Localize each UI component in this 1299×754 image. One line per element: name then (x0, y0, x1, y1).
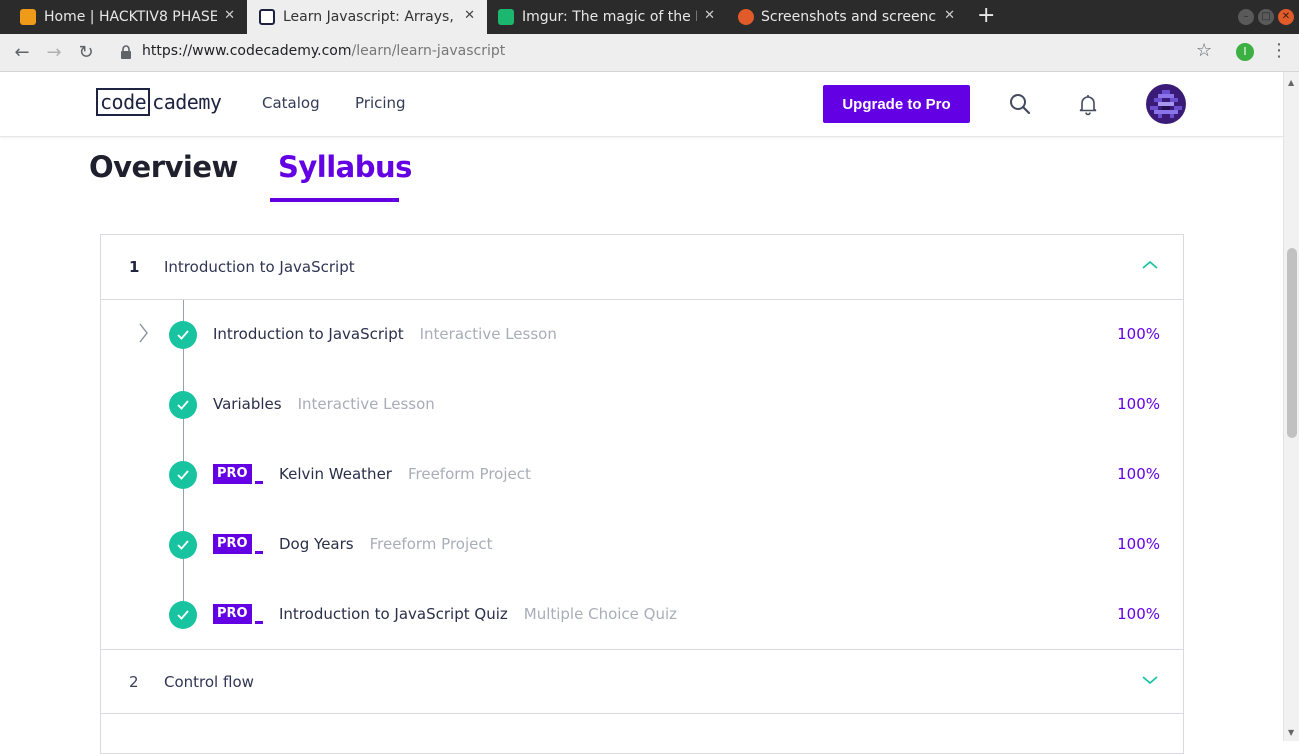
completed-check-icon (169, 531, 197, 559)
lesson-row[interactable]: Introduction to JavaScript Interactive Le… (101, 300, 1183, 370)
lesson-name: Dog Years (279, 535, 354, 553)
upgrade-to-pro-button[interactable]: Upgrade to Pro (823, 85, 970, 123)
ubuntu-favicon-icon (738, 9, 754, 25)
imgur-favicon-icon (498, 9, 514, 25)
close-icon[interactable]: ✕ (224, 8, 235, 23)
pro-badge-label: PRO (213, 604, 252, 624)
avatar-pixel-icon (1150, 90, 1182, 118)
lesson-row[interactable]: PRO Kelvin Weather Freeform Project 100% (101, 440, 1183, 510)
logo-rest-text: cademy (152, 90, 222, 114)
url-path: /learn/learn-javascript (351, 43, 506, 59)
pro-badge-cursor (255, 551, 263, 554)
logo-boxed-text: code (96, 88, 151, 116)
codecademy-logo[interactable]: code cademy (96, 88, 222, 116)
module-title: Control flow (164, 673, 254, 691)
pro-badge: PRO (213, 464, 263, 484)
lesson-title[interactable]: Variables Interactive Lesson (213, 395, 435, 413)
scroll-down-icon[interactable]: ▼ (1288, 728, 1294, 737)
lesson-row[interactable]: Variables Interactive Lesson 100% (101, 370, 1183, 440)
browser-tab-title: Screenshots and screenca (761, 9, 937, 25)
forward-icon[interactable]: → (43, 42, 65, 64)
close-icon[interactable]: ✕ (944, 8, 955, 23)
address-bar[interactable]: https://www.codecademy.com/learn/learn-j… (142, 43, 505, 59)
browser-tab-title: Home | HACKTIV8 PHASE (44, 9, 217, 25)
browser-menu-icon[interactable]: ⋮ (1270, 42, 1288, 60)
lesson-name: Kelvin Weather (279, 465, 392, 483)
browser-tab-strip: Home | HACKTIV8 PHASE ✕ Learn Javascript… (0, 0, 1299, 34)
new-tab-icon[interactable]: + (977, 5, 995, 27)
close-icon[interactable]: ✕ (464, 8, 475, 23)
lesson-progress: 100% (1117, 535, 1160, 553)
active-tab-indicator (270, 198, 399, 202)
browser-tab[interactable]: Imgur: The magic of the In ✕ (487, 0, 727, 34)
completed-check-icon (169, 461, 197, 489)
pro-badge-cursor (255, 481, 263, 484)
avatar[interactable] (1146, 84, 1186, 124)
lesson-progress: 100% (1117, 605, 1160, 623)
lesson-row[interactable]: PRO Introduction to JavaScript Quiz Multi… (101, 580, 1183, 650)
lesson-title[interactable]: Dog Years Freeform Project (279, 535, 493, 553)
lesson-type: Freeform Project (369, 535, 493, 553)
lesson-title[interactable]: Introduction to JavaScript Interactive Le… (213, 325, 557, 343)
completed-check-icon (169, 601, 197, 629)
module-header[interactable]: 1 Introduction to JavaScript (101, 235, 1183, 300)
back-icon[interactable]: ← (11, 42, 33, 64)
bookmark-star-icon[interactable]: ☆ (1196, 40, 1212, 61)
completed-check-icon (169, 391, 197, 419)
notification-bell-icon[interactable] (1076, 92, 1100, 116)
extension-icon[interactable]: I (1236, 43, 1254, 61)
page-scrollbar[interactable]: ▲ ▼ (1283, 72, 1299, 741)
search-icon[interactable] (1008, 92, 1032, 116)
lesson-progress: 100% (1117, 395, 1160, 413)
browser-tab-title: Imgur: The magic of the In (522, 9, 697, 25)
nav-pricing[interactable]: Pricing (355, 94, 406, 112)
lesson-title[interactable]: Kelvin Weather Freeform Project (279, 465, 531, 483)
chevron-right-icon[interactable] (137, 322, 149, 344)
module-title: Introduction to JavaScript (164, 258, 355, 276)
lesson-type: Interactive Lesson (297, 395, 435, 413)
browser-tab[interactable]: Screenshots and screenca ✕ (727, 0, 967, 34)
lock-icon (121, 45, 131, 59)
hacktiv8-favicon-icon (20, 9, 36, 25)
scroll-up-icon[interactable]: ▲ (1288, 78, 1294, 87)
url-host: https://www.codecademy.com (142, 43, 352, 59)
chevron-down-icon[interactable] (1141, 674, 1159, 686)
module-number: 1 (129, 258, 140, 276)
pro-badge-label: PRO (213, 534, 252, 554)
tab-syllabus[interactable]: Syllabus (278, 150, 412, 184)
lesson-progress: 100% (1117, 325, 1160, 343)
minimize-icon[interactable]: – (1238, 9, 1254, 25)
codecademy-favicon-icon (259, 9, 275, 25)
browser-tab-active[interactable]: Learn Javascript: Arrays, L ✕ (247, 0, 487, 34)
browser-tab-title: Learn Javascript: Arrays, L (283, 9, 457, 25)
chevron-up-icon[interactable] (1141, 259, 1159, 271)
browser-toolbar: ← → ↻ https://www.codecademy.com/learn/l… (0, 34, 1299, 72)
pro-badge: PRO (213, 534, 263, 554)
scrollbar-thumb[interactable] (1287, 248, 1297, 438)
lesson-name: Variables (213, 395, 282, 413)
tab-overview[interactable]: Overview (89, 150, 238, 184)
lesson-progress: 100% (1117, 465, 1160, 483)
reload-icon[interactable]: ↻ (75, 42, 97, 64)
window-close-icon[interactable]: ✕ (1278, 9, 1294, 25)
module-number: 2 (129, 673, 139, 691)
syllabus-panel: 1 Introduction to JavaScript Introductio… (100, 234, 1184, 754)
lesson-title[interactable]: Introduction to JavaScript Quiz Multiple … (279, 605, 677, 623)
pro-badge: PRO (213, 604, 263, 624)
lesson-type: Freeform Project (407, 465, 531, 483)
completed-check-icon (169, 321, 197, 349)
module-header[interactable]: 2 Control flow (101, 649, 1183, 714)
nav-catalog[interactable]: Catalog (262, 94, 320, 112)
maximize-icon[interactable]: □ (1258, 9, 1274, 25)
lesson-type: Interactive Lesson (419, 325, 557, 343)
pro-badge-cursor (255, 621, 263, 624)
browser-tab[interactable]: Home | HACKTIV8 PHASE ✕ (0, 0, 247, 34)
pro-badge-label: PRO (213, 464, 252, 484)
lesson-row[interactable]: PRO Dog Years Freeform Project 100% (101, 510, 1183, 580)
close-icon[interactable]: ✕ (704, 8, 715, 23)
lesson-type: Multiple Choice Quiz (523, 605, 678, 623)
lesson-name: Introduction to JavaScript (213, 325, 404, 343)
site-header: code cademy Catalog Pricing Upgrade to Pr… (0, 72, 1283, 137)
lesson-name: Introduction to JavaScript Quiz (279, 605, 508, 623)
